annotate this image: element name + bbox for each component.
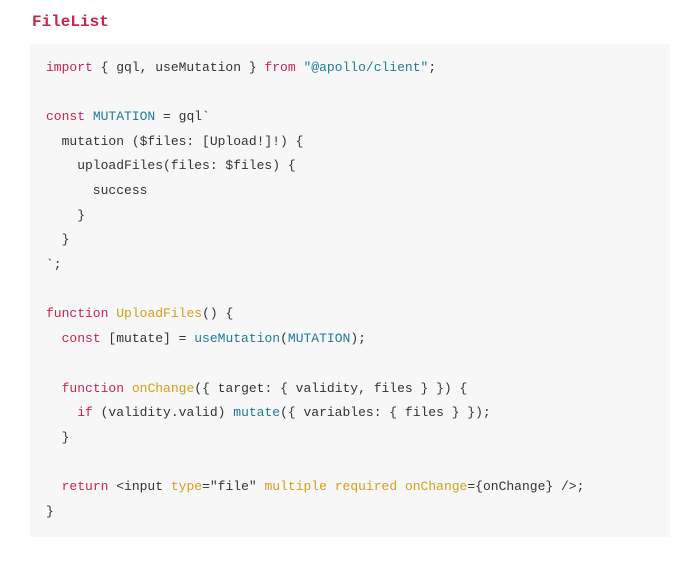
code-line: success: [46, 183, 147, 198]
code-line: }: [46, 504, 54, 519]
code-line: uploadFiles(files: $files) {: [46, 158, 296, 173]
code-line: }: [46, 232, 69, 247]
code-line: return <input type="file" multiple requi…: [46, 479, 584, 494]
code-block: import { gql, useMutation } from "@apoll…: [30, 44, 670, 537]
code-line: if (validity.valid) mutate({ variables: …: [46, 405, 491, 420]
code-line: }: [46, 208, 85, 223]
section-title: FileList: [30, 10, 670, 36]
code-line: function onChange({ target: { validity, …: [46, 381, 467, 396]
code-line: import { gql, useMutation } from "@apoll…: [46, 60, 436, 75]
code-line: }: [46, 430, 69, 445]
code-line: const MUTATION = gql`: [46, 109, 210, 124]
code-line: function UploadFiles() {: [46, 306, 233, 321]
code-line: mutation ($files: [Upload!]!) {: [46, 134, 303, 149]
code-line: `;: [46, 257, 62, 272]
code-line: const [mutate] = useMutation(MUTATION);: [46, 331, 366, 346]
